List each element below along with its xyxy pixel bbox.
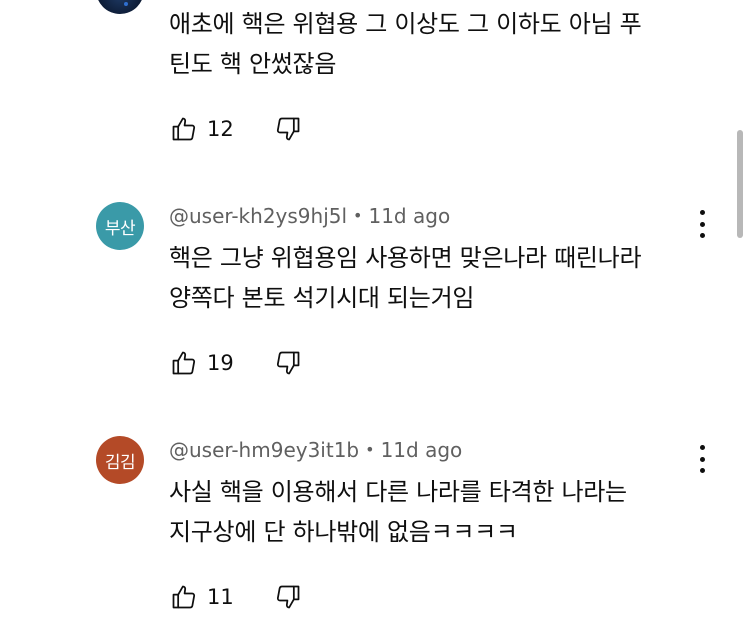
comment-text-line: 사실 핵을 이용해서 다른 나라를 타격한 나라는	[169, 478, 627, 506]
comment-actions: 12	[169, 113, 303, 145]
thumb-up-icon	[172, 117, 196, 141]
comment-text-line: 틴도 핵 안썼잖음	[169, 50, 337, 78]
avatar-initials: 김김	[104, 452, 136, 473]
comment-author[interactable]: @user-kh2ys9hj5l	[169, 204, 347, 228]
thumb-down-icon	[276, 585, 300, 609]
meta-separator: •	[365, 440, 375, 459]
dislike-button[interactable]	[273, 582, 303, 612]
like-count: 19	[207, 351, 234, 375]
more-vertical-icon	[699, 221, 705, 227]
comment-text: 핵은 그냥 위협용임 사용하면 맞은나라 때린나라 양쪽다 본토 석기시대 되는…	[169, 238, 709, 318]
comment-actions: 19	[169, 347, 303, 379]
comment-time[interactable]: 11d ago	[381, 438, 463, 462]
comment-author[interactable]: @user-hm9ey3it1b	[169, 438, 359, 462]
thumb-down-icon	[276, 117, 300, 141]
comment-text: 사실 핵을 이용해서 다른 나라를 타격한 나라는 지구상에 단 하나밖에 없음…	[169, 472, 709, 552]
like-button[interactable]	[169, 114, 199, 144]
like-button[interactable]	[169, 582, 199, 612]
comment-time[interactable]: 11d ago	[368, 204, 450, 228]
avatar[interactable]: 김김	[96, 436, 144, 484]
avatar-graphic	[124, 2, 128, 6]
comment-text-line: 지구상에 단 하나밖에 없음ㅋㅋㅋㅋ	[169, 518, 518, 546]
comment-text-line: 핵은 그냥 위협용임 사용하면 맞은나라 때린나라	[169, 244, 642, 272]
comment-meta: @user-hm9ey3it1b • 11d ago	[169, 438, 462, 462]
avatar[interactable]	[96, 0, 144, 14]
more-options-button[interactable]	[694, 442, 710, 476]
like-count: 11	[207, 585, 234, 609]
thumb-up-icon	[172, 351, 196, 375]
like-button[interactable]	[169, 348, 199, 378]
comment-text-line: 양쪽다 본토 석기시대 되는거임	[169, 284, 475, 312]
dislike-button[interactable]	[273, 348, 303, 378]
dislike-button[interactable]	[273, 114, 303, 144]
comment-text: 애초에 핵은 위협용 그 이상도 그 이하도 아님 푸 틴도 핵 안썼잖음	[169, 4, 709, 84]
meta-separator: •	[353, 206, 363, 225]
more-vertical-icon	[699, 456, 705, 462]
avatar-initials: 부산	[104, 218, 136, 239]
thumb-down-icon	[276, 351, 300, 375]
comment-text-line: 애초에 핵은 위협용 그 이상도 그 이하도 아님 푸	[169, 10, 642, 38]
comments-page: 애초에 핵은 위협용 그 이상도 그 이하도 아님 푸 틴도 핵 안썼잖음 12…	[0, 0, 750, 638]
avatar[interactable]: 부산	[96, 202, 144, 250]
more-vertical-icon	[699, 210, 705, 215]
scrollbar[interactable]	[737, 130, 743, 238]
more-vertical-icon	[699, 445, 705, 450]
thumb-up-icon	[172, 585, 196, 609]
like-count: 12	[207, 117, 234, 141]
comment-meta: @user-kh2ys9hj5l • 11d ago	[169, 204, 450, 228]
more-options-button[interactable]	[694, 207, 710, 241]
comment-actions: 11	[169, 581, 303, 613]
